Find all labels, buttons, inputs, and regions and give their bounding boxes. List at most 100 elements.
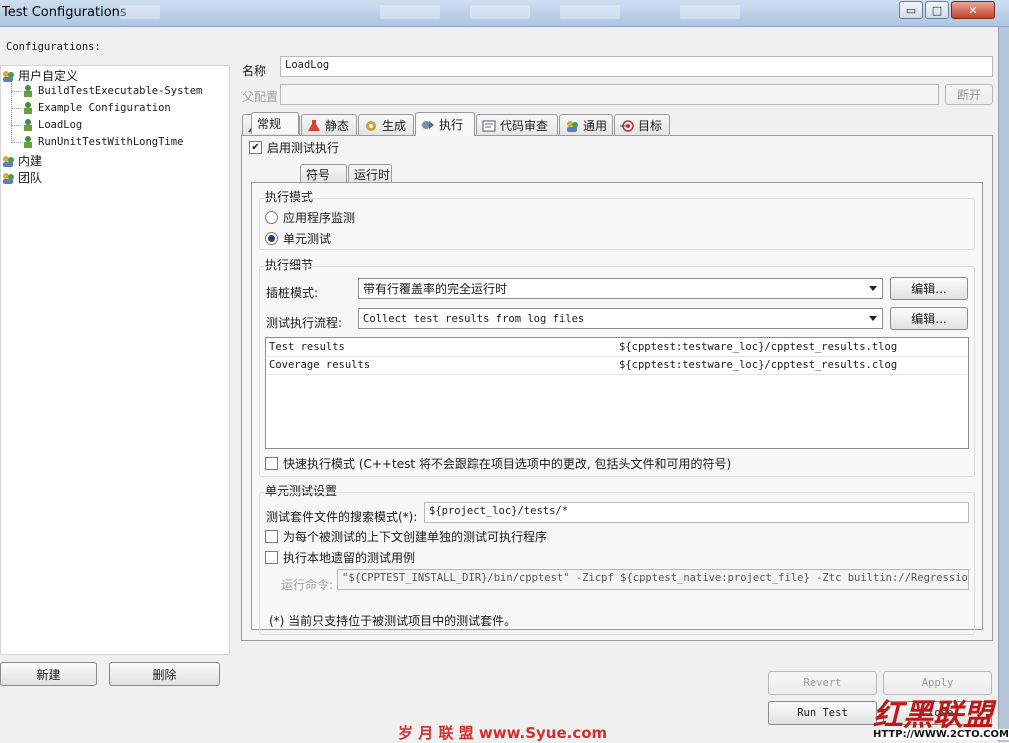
flask-icon [307,119,321,133]
configurations-tree[interactable]: 用户自定义 BuildTestExecutable-System Example… [0,65,230,655]
instrumentation-label: 插桩模式: [266,286,319,300]
tab-static[interactable]: 静态 [301,114,357,136]
separate-executable-checkbox[interactable] [265,530,278,543]
close-window-button[interactable]: ✕ [951,1,995,19]
tab-label: 代码审查 [500,119,549,133]
mode-option-unit-test[interactable]: 单元测试 [265,230,331,247]
run-legacy-tests-label: 执行本地遗留的测试用例 [283,551,416,565]
edit-flow-button[interactable]: 编辑... [890,307,968,330]
tree-guide [11,91,21,92]
background-taskbar-ghost [380,5,440,19]
tab-build[interactable]: 生成 [358,114,414,136]
quick-mode-label: 快速执行模式 (C++test 将不会跟踪在项目选项中的更改, 包括头文件和可用… [283,457,732,471]
search-pattern-label: 测试套件文件的搜索模式(*): [266,510,418,524]
chevron-down-icon [869,286,877,291]
corner-watermark: 红黑联盟 [873,698,993,733]
table-row[interactable]: Test results ${cpptest:testware_loc}/cpp… [267,339,967,357]
table-row[interactable]: Coverage results ${cpptest:testware_loc}… [267,357,967,375]
execution-mode-group [259,198,975,250]
parent-label: 父配置 [242,90,279,104]
disconnect-button: 断开 [945,84,993,105]
result-path: ${cpptest:testware_loc}/cpptest_results.… [619,359,898,371]
tree-item-config[interactable]: Example Configuration [21,101,171,115]
quick-mode[interactable]: 快速执行模式 (C++test 将不会跟踪在项目选项中的更改, 包括头文件和可用… [265,455,731,472]
instrumentation-value: 带有行覆盖率的完全运行时 [363,282,508,296]
subtab-runtime[interactable]: 运行时 [348,164,392,183]
tab-common[interactable]: 通用 [559,114,613,136]
window-title: Test Configurations [2,5,127,20]
window-edge [998,27,1009,742]
tab-target[interactable]: 目标 [614,114,670,136]
separate-executable[interactable]: 为每个被测试的上下文创建单独的测试可执行程序 [265,528,547,545]
edit-instrumentation-button[interactable]: 编辑... [890,277,968,300]
config-icon [21,135,35,149]
results-table[interactable]: Test results ${cpptest:testware_loc}/cpp… [265,337,969,449]
run-command-field: "${CPPTEST_INSTALL_DIR}/bin/cpptest" -Zi… [337,569,969,590]
run-command-label: 运行命令: [281,578,334,592]
subtab-label: 符号 [306,167,331,182]
tree-item-builtin[interactable]: 内建 [1,152,42,169]
config-icon [21,118,35,132]
tree-item-config[interactable]: RunUnitTestWithLongTime [21,135,183,149]
quick-mode-checkbox[interactable] [265,457,278,470]
run-legacy-tests-checkbox[interactable] [265,551,278,564]
tab-execute[interactable]: 执行 [415,112,475,136]
enable-test-execution[interactable]: ✔ 启用测试执行 [249,139,339,156]
minimize-icon: ▭ [905,3,917,17]
center-watermark: 岁 月 联 盟 www.Syue.com [398,724,608,742]
tree-item-config[interactable]: BuildTestExecutable-System [21,84,202,98]
subtab-label: 常规 [257,117,282,131]
target-icon [620,119,634,133]
background-taskbar-ghost [560,5,620,19]
execution-flow-label: 测试执行流程: [266,316,343,330]
revert-button: Revert [768,671,877,695]
instrumentation-combo[interactable]: 带有行覆盖率的完全运行时 [358,278,883,299]
unit-test-radio[interactable] [265,232,278,245]
tree-item-label: BuildTestExecutable-System [38,85,203,97]
minimize-button[interactable]: ▭ [899,1,923,19]
subtab-general[interactable]: 常规 [251,112,299,134]
config-icon [21,101,35,115]
maximize-icon: □ [931,3,943,17]
tree-item-custom[interactable]: 用户自定义 [1,67,78,84]
review-icon [482,119,496,133]
tab-label: 执行 [439,118,464,132]
people-group-icon [1,171,15,185]
tab-label: 目标 [638,119,663,133]
name-field[interactable]: LoadLog [280,56,993,77]
subtab-symbols[interactable]: 符号 [300,164,347,183]
tree-item-config[interactable]: LoadLog [21,118,82,132]
execute-icon [421,118,435,132]
new-button[interactable]: 新建 [0,662,97,686]
tab-label: 静态 [325,119,350,133]
run-legacy-tests[interactable]: 执行本地遗留的测试用例 [265,549,415,566]
tab-code-review[interactable]: 代码审查 [476,114,558,136]
tree-item-label: 团队 [18,171,43,185]
mode-option-app-monitor[interactable]: 应用程序监测 [265,209,355,226]
enable-test-execution-checkbox[interactable]: ✔ [249,141,262,154]
tab-label: 通用 [583,119,608,133]
parent-field [280,84,939,105]
maximize-button[interactable]: □ [925,1,949,19]
execution-flow-combo[interactable]: Collect test results from log files [358,308,883,329]
tree-item-team[interactable]: 团队 [1,169,42,186]
delete-button[interactable]: 删除 [109,662,220,686]
tree-item-label: Example Configuration [38,102,171,114]
tree-item-label: 内建 [18,154,43,168]
result-name: Coverage results [269,359,371,371]
footnote: (*) 当前只支持位于被测试项目中的测试套件。 [269,614,517,628]
tree-guide [11,83,12,143]
title-bar: Test Configurations ▭ □ ✕ [0,0,1009,27]
close-icon: ✕ [968,3,978,17]
run-test-button[interactable]: Run Test [768,701,877,725]
gears-icon [364,119,378,133]
radio-label: 单元测试 [283,232,332,246]
background-taskbar-ghost [680,5,740,19]
app-monitor-radio[interactable] [265,211,278,224]
result-name: Test results [269,341,345,353]
people-group-icon [1,69,15,83]
search-pattern-field[interactable]: ${project_loc}/tests/* [424,502,969,523]
execution-flow-value: Collect test results from log files [363,312,585,325]
tree-item-label: LoadLog [38,119,83,131]
background-taskbar-ghost [470,5,530,19]
